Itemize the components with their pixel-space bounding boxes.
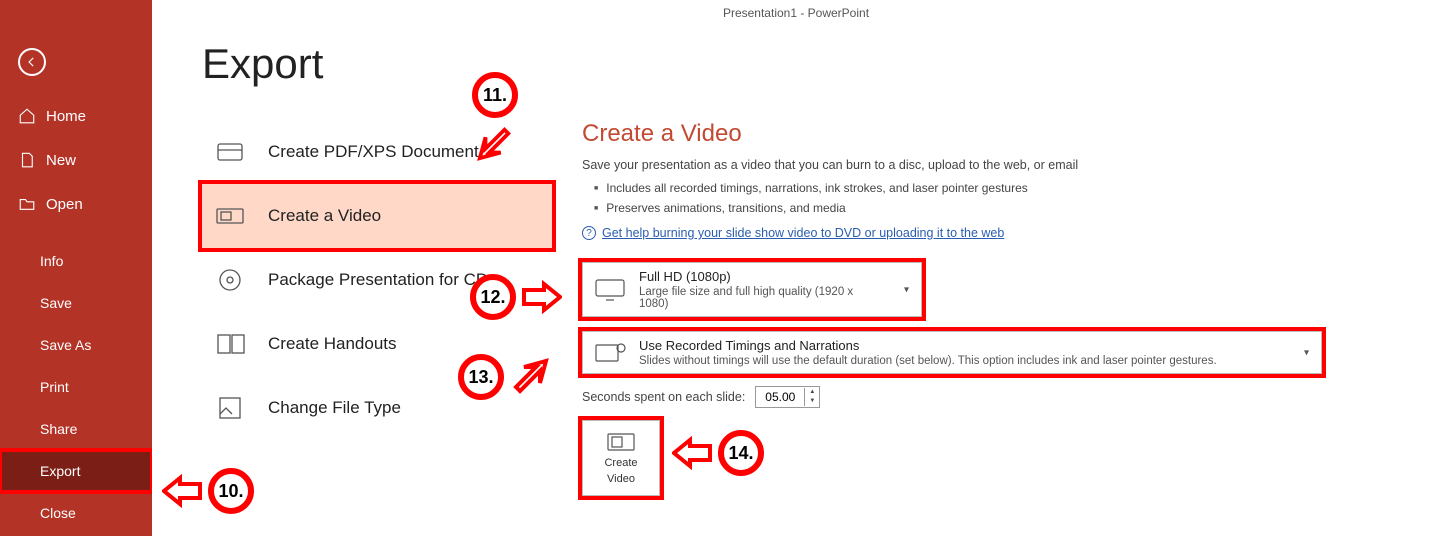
option-create-pdf[interactable]: Create PDF/XPS Document	[202, 120, 552, 184]
sidebar-item-label: Close	[40, 505, 76, 521]
back-arrow-icon	[25, 55, 39, 69]
new-icon	[18, 151, 36, 169]
handouts-icon	[214, 330, 246, 358]
chevron-down-icon: ▾	[1304, 347, 1309, 358]
option-label: Create Handouts	[268, 334, 397, 354]
timings-dropdown[interactable]: Use Recorded Timings and Narrations Slid…	[582, 331, 1322, 374]
option-package-cd[interactable]: Package Presentation for CD	[202, 248, 552, 312]
sidebar-nav-bottom: Info Save Save As Print Share Export Clo…	[0, 240, 152, 534]
dropdown-title: Use Recorded Timings and Narrations	[639, 338, 1281, 353]
pane-bullet: Includes all recorded timings, narration…	[594, 178, 1416, 198]
help-row: ? Get help burning your slide show video…	[582, 226, 1416, 240]
spinner-arrows: ▲ ▼	[804, 388, 819, 406]
back-button[interactable]	[18, 48, 46, 76]
seconds-label: Seconds spent on each slide:	[582, 390, 745, 404]
monitor-icon	[593, 277, 627, 303]
sidebar-item-save[interactable]: Save	[0, 282, 152, 324]
sidebar-item-home[interactable]: Home	[0, 94, 152, 138]
seconds-spinner[interactable]: ▲ ▼	[755, 386, 820, 408]
sidebar-item-share[interactable]: Share	[0, 408, 152, 450]
option-create-video[interactable]: Create a Video	[202, 184, 552, 248]
pane-bullet: Preserves animations, transitions, and m…	[594, 198, 1416, 218]
pane-title: Create a Video	[582, 120, 1416, 148]
video-quality-dropdown[interactable]: Full HD (1080p) Large file size and full…	[582, 262, 922, 317]
option-label: Package Presentation for CD	[268, 270, 488, 290]
seconds-input[interactable]	[756, 390, 804, 404]
sidebar-item-label: Open	[46, 196, 83, 213]
main-area: Presentation1 - PowerPoint Export Create…	[152, 0, 1440, 536]
seconds-row: Seconds spent on each slide: ▲ ▼	[582, 386, 1416, 408]
export-option-list: Create PDF/XPS Document Create a Video P…	[202, 120, 552, 440]
button-label-line1: Create	[604, 457, 637, 469]
page-title: Export	[202, 40, 323, 88]
spinner-down-icon[interactable]: ▼	[805, 397, 819, 406]
video-icon	[214, 202, 246, 230]
sidebar-item-label: Export	[40, 463, 80, 479]
sidebar-item-label: Print	[40, 379, 69, 395]
option-create-handouts[interactable]: Create Handouts	[202, 312, 552, 376]
sidebar-nav-top: Home New Open	[0, 94, 152, 226]
option-change-file-type[interactable]: Change File Type	[202, 376, 552, 440]
sidebar-item-close[interactable]: Close	[0, 492, 152, 534]
sidebar-item-new[interactable]: New	[0, 138, 152, 182]
sidebar-item-label: Save As	[40, 337, 91, 353]
sidebar-item-label: New	[46, 152, 76, 169]
option-label: Create PDF/XPS Document	[268, 142, 479, 162]
pdf-icon	[214, 138, 246, 166]
option-label: Change File Type	[268, 398, 401, 418]
dropdown-subtitle: Large file size and full high quality (1…	[639, 286, 881, 310]
callout-number: 10.	[208, 468, 254, 514]
window-title: Presentation1 - PowerPoint	[152, 6, 1440, 20]
sidebar-item-info[interactable]: Info	[0, 240, 152, 282]
chevron-down-icon: ▾	[904, 284, 909, 295]
pane-description: Save your presentation as a video that y…	[582, 158, 1416, 172]
arrow-left-icon	[162, 474, 202, 508]
callout-10: 10.	[162, 468, 254, 514]
video-icon	[606, 431, 636, 453]
cd-icon	[214, 266, 246, 294]
sidebar-item-open[interactable]: Open	[0, 182, 152, 226]
home-icon	[18, 107, 36, 125]
sidebar-item-label: Info	[40, 253, 63, 269]
sidebar-item-save-as[interactable]: Save As	[0, 324, 152, 366]
callout-number: 11.	[472, 72, 518, 118]
open-icon	[18, 195, 36, 213]
sidebar-item-export[interactable]: Export	[0, 450, 152, 492]
backstage-sidebar: Home New Open Info Save Save As Print Sh…	[0, 0, 152, 536]
pane-bullets: Includes all recorded timings, narration…	[594, 178, 1416, 218]
sidebar-item-label: Home	[46, 108, 86, 125]
spinner-up-icon[interactable]: ▲	[805, 388, 819, 397]
help-link[interactable]: Get help burning your slide show video t…	[602, 226, 1004, 240]
dropdown-subtitle: Slides without timings will use the defa…	[639, 355, 1281, 367]
sidebar-item-print[interactable]: Print	[0, 366, 152, 408]
button-label-line2: Video	[607, 473, 635, 485]
sidebar-item-label: Save	[40, 295, 72, 311]
dropdown-title: Full HD (1080p)	[639, 269, 881, 284]
create-video-button[interactable]: Create Video	[582, 420, 660, 496]
timings-icon	[593, 340, 627, 366]
option-label: Create a Video	[268, 206, 381, 226]
create-video-pane: Create a Video Save your presentation as…	[582, 120, 1416, 496]
filetype-icon	[214, 394, 246, 422]
sidebar-item-label: Share	[40, 421, 77, 437]
help-icon: ?	[582, 226, 596, 240]
